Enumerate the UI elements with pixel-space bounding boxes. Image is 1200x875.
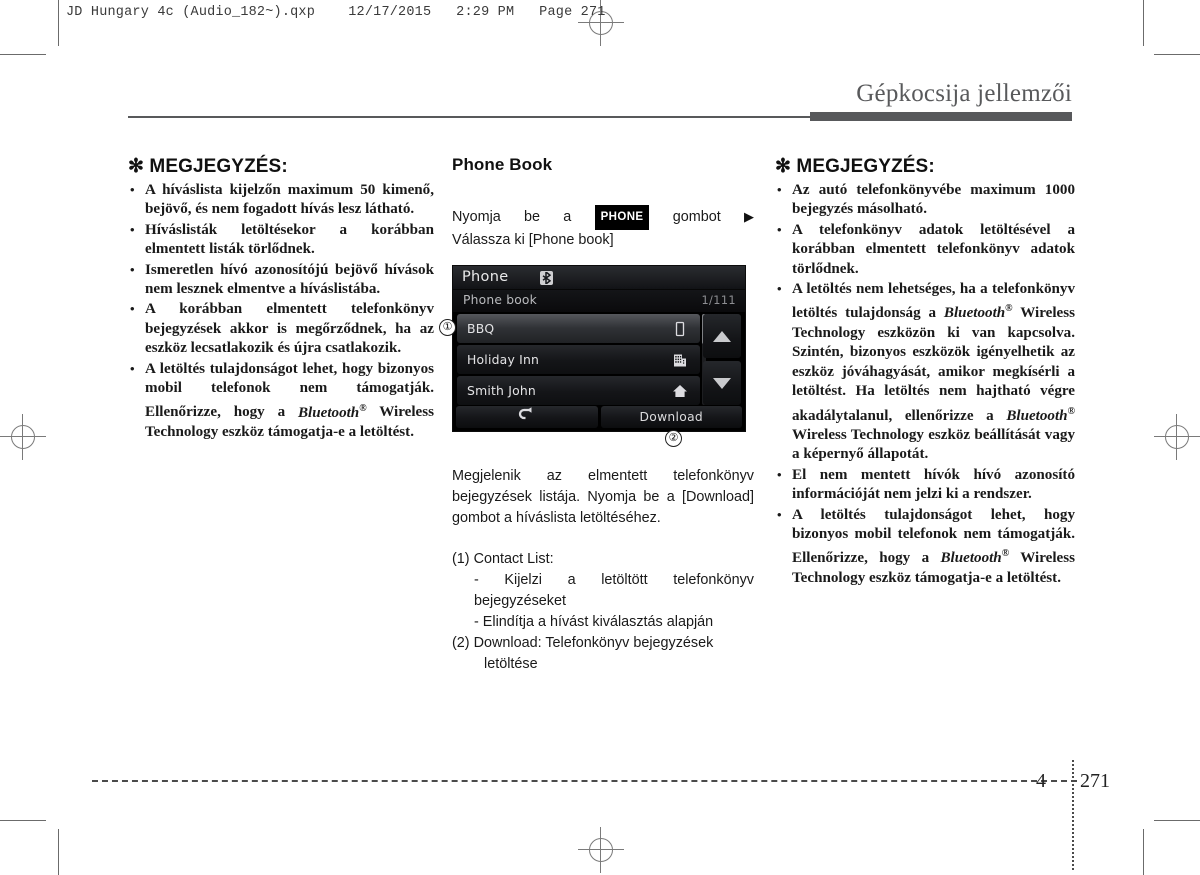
- bluetooth-wordmark: Bluetooth®: [1006, 405, 1075, 424]
- mobile-phone-icon: [672, 321, 688, 337]
- device-title: Phone: [462, 269, 509, 285]
- crop-mark-top-right-horizontal: [1154, 54, 1200, 55]
- crop-mark-bottom-right-horizontal: [1154, 820, 1200, 821]
- registered-mark: ®: [359, 402, 367, 414]
- legend-item-1-sub-2: - Elindítja a hívást kiválasztás alapján: [474, 614, 714, 630]
- right-note-heading: ✻ MEGJEGYZÉS:: [775, 156, 935, 177]
- text-part: Wireless Technology eszköz beállítását v…: [792, 426, 1075, 463]
- callout-marker-1: ①: [439, 319, 456, 336]
- scroll-arrows: [703, 314, 741, 408]
- crop-mark-top-left-horizontal: [0, 54, 46, 55]
- instruction-text-b: gombot: [672, 209, 721, 225]
- legend-item-1-sub-1: - Kijelzi a letöltött telefonkönyv bejeg…: [474, 572, 754, 609]
- left-note-list: A híváslista kijelzőn maximum 50 kimenő,…: [128, 180, 434, 443]
- registration-mark-right: [1154, 414, 1200, 460]
- registered-mark: ®: [1067, 405, 1075, 417]
- legend-item-1-label: (1) Contact List:: [452, 551, 554, 567]
- legend-item-2-label: (2) Download: Telefonkönyv bejegyzések: [452, 635, 714, 651]
- left-column: ✻ MEGJEGYZÉS: A híváslista kijelzőn maxi…: [128, 155, 434, 443]
- print-slug-line: JD Hungary 4c (Audio_182~).qxp 12/17/201…: [66, 5, 606, 20]
- bluetooth-name: Bluetooth: [1006, 407, 1068, 424]
- phone-key-button[interactable]: PHONE: [594, 205, 650, 230]
- device-header-bar: Phone: [453, 266, 745, 290]
- back-button[interactable]: [456, 406, 598, 428]
- crop-mark-top-left-vertical: [58, 0, 59, 46]
- download-button[interactable]: Download: [600, 406, 742, 428]
- crop-mark-bottom-right-vertical: [1143, 829, 1144, 875]
- registered-mark: ®: [1005, 303, 1013, 315]
- list-item: A híváslista kijelzőn maximum 50 kimenő,…: [128, 180, 434, 220]
- bluetooth-wordmark: Bluetooth®: [297, 402, 367, 421]
- home-icon: [672, 383, 688, 399]
- right-column: ✻ MEGJEGYZÉS: Az autó telefonkönyvébe ma…: [775, 155, 1075, 589]
- legend-item-2-continuation: letöltése: [484, 656, 538, 672]
- callout-marker-2: ②: [665, 430, 682, 447]
- title-rule-block: [810, 112, 1072, 121]
- right-arrow-icon: ▶: [744, 209, 755, 224]
- footer-vertical-divider: [1072, 760, 1074, 870]
- bluetooth-wordmark: Bluetooth®: [943, 303, 1013, 322]
- device-footer-bar: Download: [453, 406, 745, 431]
- page-number: 271: [1080, 770, 1110, 792]
- bluetooth-icon: [540, 271, 553, 285]
- document-page: JD Hungary 4c (Audio_182~).qxp 12/17/201…: [0, 0, 1200, 875]
- list-item: A telefonkönyv adatok letöltésével a kor…: [775, 220, 1075, 279]
- section-heading: Phone Book: [452, 155, 553, 174]
- device-page-indicator: 1/111: [701, 294, 736, 307]
- list-item[interactable]: Holiday Inn: [457, 345, 700, 374]
- description-paragraph: Megjelenik az elmentett telefonkönyv bej…: [452, 468, 754, 526]
- left-note-heading: ✻ MEGJEGYZÉS:: [128, 156, 288, 177]
- list-item[interactable]: BBQ: [457, 314, 700, 343]
- footer-divider: [92, 780, 1077, 782]
- text-part: Wireless Technology eszközön ki van kapc…: [792, 305, 1075, 424]
- instruction-line-2: Válassza ki [Phone book]: [452, 232, 614, 248]
- list-item: Híváslisták letöltésekor a korábban elme…: [128, 220, 434, 260]
- instruction-text-a: Nyomja be a: [452, 209, 572, 225]
- list-item: A korábban elmentett telefonkönyv bejegy…: [128, 299, 434, 358]
- contact-name: BBQ: [467, 321, 495, 336]
- contact-name: Smith John: [467, 383, 536, 398]
- scroll-up-arrow-icon[interactable]: [703, 314, 741, 358]
- list-item[interactable]: Smith John: [457, 376, 700, 405]
- list-item: Az autó telefonkönyvébe maximum 1000 bej…: [775, 180, 1075, 220]
- instruction-line-1: Nyomja be a PHONE gombot ▶: [452, 205, 754, 230]
- bluetooth-name: Bluetooth: [297, 404, 360, 421]
- bluetooth-wordmark: Bluetooth®: [940, 548, 1009, 567]
- device-subtitle: Phone book: [463, 293, 537, 307]
- back-arrow-icon: [516, 406, 538, 428]
- list-item: El nem mentett hívók hívó azonosító info…: [775, 465, 1075, 505]
- download-button-label: Download: [639, 410, 704, 424]
- chapter-title: Gépkocsija jellemzői: [856, 80, 1072, 107]
- right-note-list: Az autó telefonkönyvébe maximum 1000 bej…: [775, 180, 1075, 589]
- device-contact-list: BBQ Holiday Inn Smith John: [453, 312, 745, 407]
- device-screenshot: ① ② Phone Phone book 1/111 BBQ Holiday I…: [439, 265, 746, 447]
- footer-chapter-number: 4: [1036, 770, 1046, 792]
- list-item: A letöltés nem lehetséges, ha a telefonk…: [775, 279, 1075, 465]
- registration-mark-bottom: [578, 827, 624, 873]
- middle-column: Phone Book Nyomja be a PHONE gombot ▶ Vá…: [439, 155, 754, 675]
- bluetooth-name: Bluetooth: [940, 550, 1002, 567]
- crop-mark-bottom-left-vertical: [58, 829, 59, 875]
- legend-block: (1) Contact List: - Kijelzi a letöltött …: [452, 549, 754, 675]
- device-subheader: Phone book 1/111: [453, 290, 745, 312]
- list-item: A letöltés tulajdonságot lehet, hogy biz…: [775, 505, 1075, 589]
- registration-mark-left: [0, 414, 46, 460]
- title-rule-thin: [128, 116, 810, 118]
- list-item: Ismeretlen hívó azonosítójú bejövő hívás…: [128, 260, 434, 300]
- contact-rows: BBQ Holiday Inn Smith John: [457, 314, 700, 407]
- instruction-block: Nyomja be a PHONE gombot ▶ Válassza ki […: [452, 205, 754, 251]
- crop-mark-top-right-vertical: [1143, 0, 1144, 46]
- list-item: A letöltés tulajdonságot lehet, hogy biz…: [128, 359, 434, 443]
- scroll-down-arrow-icon[interactable]: [703, 361, 741, 405]
- office-building-icon: [672, 352, 688, 368]
- crop-mark-bottom-left-horizontal: [0, 820, 46, 821]
- contact-name: Holiday Inn: [467, 352, 540, 367]
- bluetooth-name: Bluetooth: [943, 305, 1006, 322]
